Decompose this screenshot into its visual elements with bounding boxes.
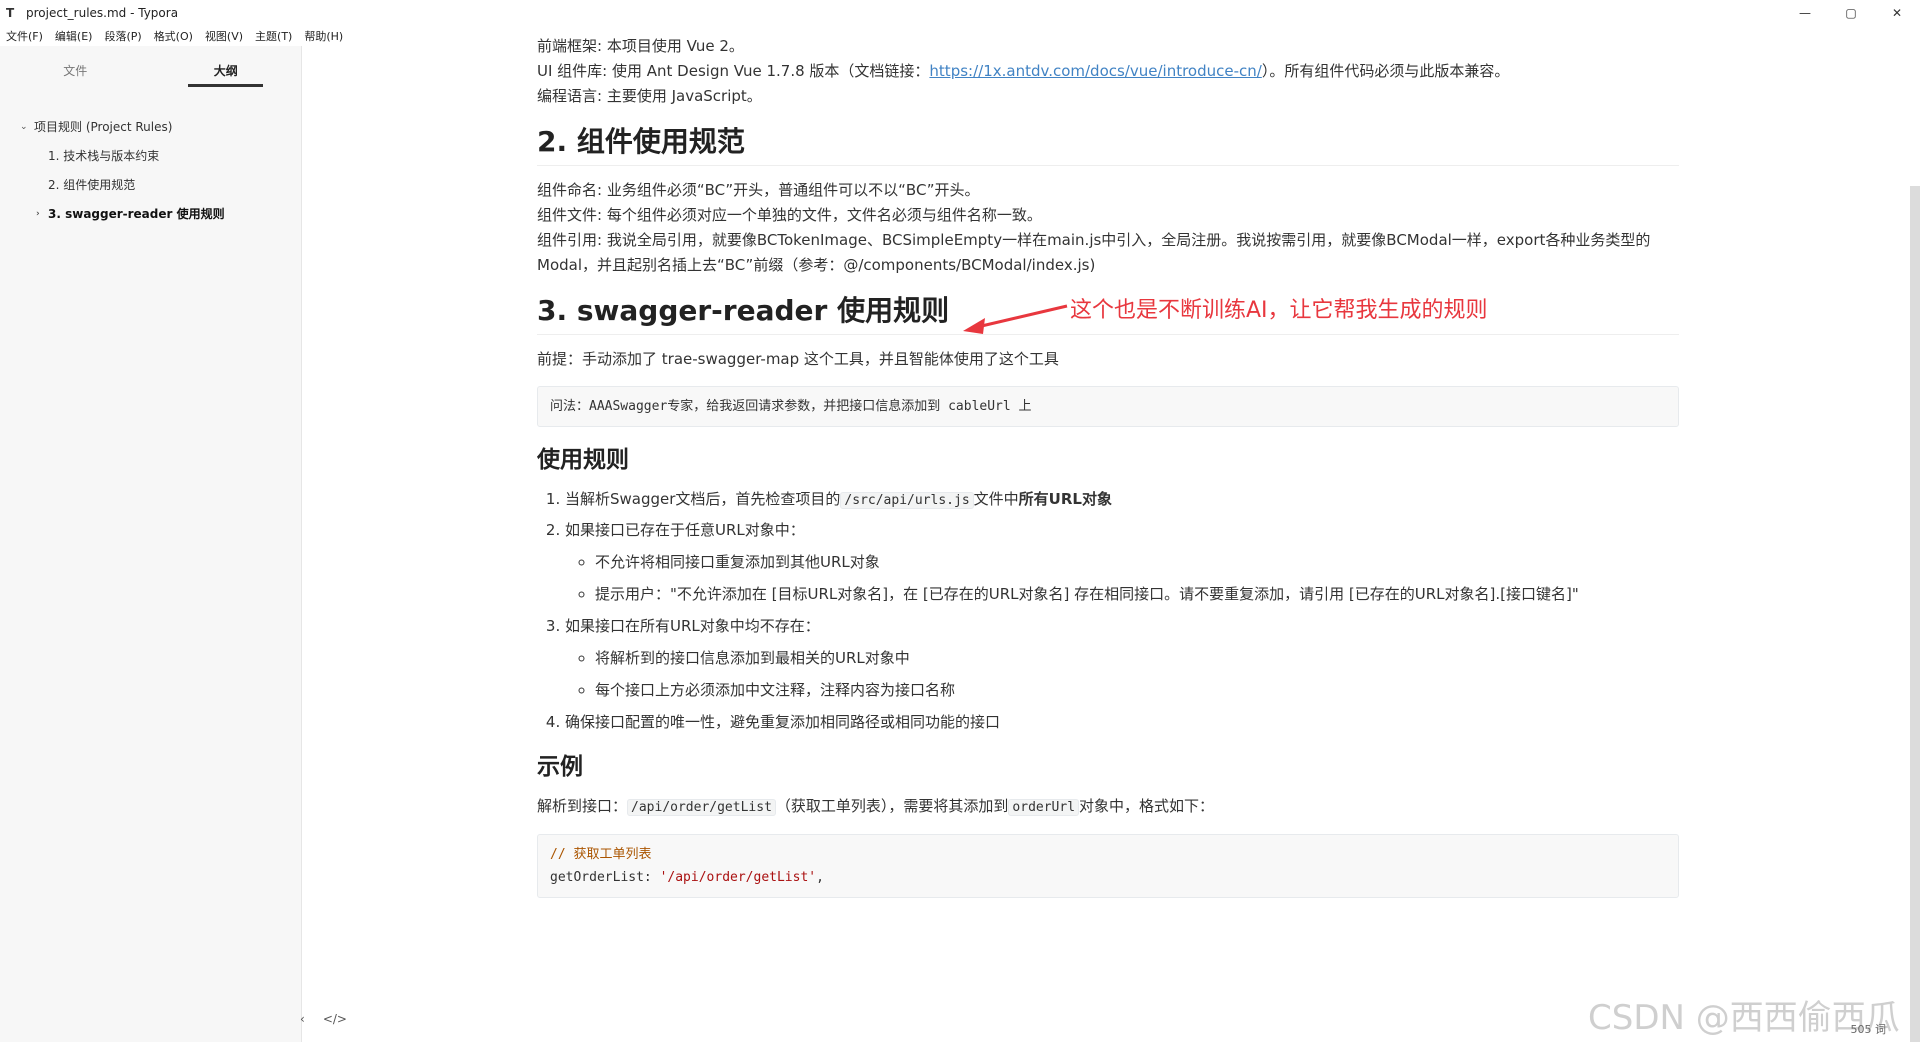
chevron-right-icon[interactable]: ›	[36, 209, 40, 219]
outline-item-label: 2. 组件使用规范	[48, 178, 136, 192]
inline-code: /api/order/getList	[627, 799, 776, 816]
menu-edit[interactable]: 编辑(E)	[49, 28, 99, 44]
menu-paragraph[interactable]: 段落(P)	[98, 28, 147, 44]
text: 如果接口在所有URL对象中均不存在：	[565, 617, 820, 635]
text: UI 组件库: 使用 Ant Design Vue 1.7.8 版本（文档链接：	[537, 62, 930, 80]
paragraph-ui-lib: UI 组件库: 使用 Ant Design Vue 1.7.8 版本（文档链接：…	[537, 59, 1679, 84]
text: 对象中，格式如下：	[1079, 797, 1215, 815]
outline-item-label: 项目规则 (Project Rules)	[34, 120, 173, 134]
text: 当解析Swagger文档后，首先检查项目的	[565, 490, 841, 508]
code-line: getOrderList: '/api/order/getList',	[550, 866, 1666, 889]
sub-list: 将解析到的接口信息添加到最相关的URL对象中 每个接口上方必须添加中文注释，注释…	[565, 646, 1679, 702]
outline-item-tech-stack[interactable]: 1. 技术栈与版本约束	[0, 141, 301, 170]
menu-theme[interactable]: 主题(T)	[249, 28, 298, 44]
code-string: '/api/order/getList'	[659, 870, 817, 885]
text: 解析到接口：	[537, 797, 628, 815]
list-item: 每个接口上方必须添加中文注释，注释内容为接口名称	[595, 678, 1679, 702]
paragraph-premise: 前提：手动添加了 trae-swagger-map 这个工具，并且智能体使用了这…	[537, 350, 1059, 368]
tab-files[interactable]: 文件	[0, 62, 151, 87]
menu-file[interactable]: 文件(F)	[0, 28, 49, 44]
bold-text: 所有URL对象	[1018, 490, 1112, 508]
window-title: project_rules.md - Typora	[26, 6, 179, 20]
code-punct: ,	[816, 870, 824, 885]
text: ）。所有组件代码必须与此版本兼容。	[1261, 62, 1510, 80]
annotation-arrow-icon	[963, 304, 1068, 334]
code-block-example[interactable]: // 获取工单列表 getOrderList: '/api/order/getL…	[537, 834, 1679, 898]
inline-code: /src/api/urls.js	[840, 492, 974, 509]
text: 文件中	[973, 490, 1019, 508]
typora-icon: T	[6, 6, 15, 20]
code-comment: // 获取工单列表	[550, 847, 652, 862]
list-item: 当解析Swagger文档后，首先检查项目的/src/api/urls.js文件中…	[565, 487, 1679, 513]
minimize-button[interactable]: —	[1782, 0, 1828, 26]
paragraph-framework: 前端框架: 本项目使用 Vue 2。	[537, 37, 744, 55]
outline-item-project-rules[interactable]: ⌄ 项目规则 (Project Rules)	[0, 112, 301, 141]
sidebar-tabs: 文件 大纲	[0, 46, 301, 92]
menu-format[interactable]: 格式(O)	[148, 28, 199, 44]
heading-components: 2. 组件使用规范	[537, 125, 1679, 166]
text: （获取工单列表），需要将其添加到	[775, 797, 1009, 815]
paragraph-component-naming: 组件命名: 业务组件必须“BC”开头，普通组件可以不以“BC”开头。	[537, 181, 980, 199]
tab-outline[interactable]: 大纲	[151, 62, 302, 87]
list-item: 确保接口配置的唯一性，避免重复添加相同路径或相同功能的接口	[565, 710, 1679, 734]
chevron-down-icon[interactable]: ⌄	[20, 122, 28, 132]
list-item: 将解析到的接口信息添加到最相关的URL对象中	[595, 646, 1679, 670]
heading-usage-rules: 使用规则	[537, 447, 629, 473]
sidebar: 文件 大纲 ⌄ 项目规则 (Project Rules) 1. 技术栈与版本约束…	[0, 46, 302, 1042]
paragraph-component-file: 组件文件: 每个组件必须对应一个单独的文件，文件名必须与组件名称一致。	[537, 206, 1042, 224]
annotation-text: 这个也是不断训练AI，让它帮我生成的规则	[1070, 298, 1488, 323]
sub-list: 不允许将相同接口重复添加到其他URL对象 提示用户："不允许添加在 [目标URL…	[565, 550, 1679, 606]
inline-code: orderUrl	[1008, 799, 1080, 816]
list-item: 不允许将相同接口重复添加到其他URL对象	[595, 550, 1679, 574]
outline-item-label: 1. 技术栈与版本约束	[48, 149, 160, 163]
outline-item-swagger-reader[interactable]: › 3. swagger-reader 使用规则	[0, 199, 301, 228]
heading-example: 示例	[537, 754, 583, 780]
code-key: getOrderList:	[550, 870, 660, 885]
code-block-ask[interactable]: 问法：AAASwagger专家，给我返回请求参数，并把接口信息添加到 cable…	[537, 386, 1679, 427]
window-controls: — ▢ ✕	[1782, 0, 1920, 26]
paragraph-component-import: 组件引用: 我说全局引用，就要像BCTokenImage、BCSimpleEmp…	[537, 231, 1651, 274]
text: 如果接口已存在于任意URL对象中：	[565, 521, 805, 539]
paragraph-language: 编程语言: 主要使用 JavaScript。	[537, 87, 762, 105]
antdv-doc-link[interactable]: https://1x.antdv.com/docs/vue/introduce-…	[929, 62, 1261, 80]
title-bar: T project_rules.md - Typora — ▢ ✕	[0, 0, 1920, 26]
outline-tree: ⌄ 项目规则 (Project Rules) 1. 技术栈与版本约束 2. 组件…	[0, 92, 301, 228]
menu-bar: 文件(F) 编辑(E) 段落(P) 格式(O) 视图(V) 主题(T) 帮助(H…	[0, 26, 349, 46]
list-item: 提示用户："不允许添加在 [目标URL对象名]，在 [已存在的URL对象名] 存…	[595, 582, 1679, 606]
rules-list: 当解析Swagger文档后，首先检查项目的/src/api/urls.js文件中…	[537, 487, 1679, 734]
menu-view[interactable]: 视图(V)	[199, 28, 249, 44]
paragraph-example: 解析到接口：/api/order/getList （获取工单列表），需要将其添加到…	[537, 794, 1679, 820]
outline-item-components[interactable]: 2. 组件使用规范	[0, 170, 301, 199]
document-content[interactable]: 前端框架: 本项目使用 Vue 2。 UI 组件库: 使用 Ant Design…	[537, 34, 1679, 912]
list-item: 如果接口已存在于任意URL对象中： 不允许将相同接口重复添加到其他URL对象 提…	[565, 518, 1679, 606]
close-button[interactable]: ✕	[1874, 0, 1920, 26]
list-item: 如果接口在所有URL对象中均不存在： 将解析到的接口信息添加到最相关的URL对象…	[565, 614, 1679, 702]
restore-button[interactable]: ▢	[1828, 0, 1874, 26]
word-count[interactable]: 505 词	[1851, 1021, 1887, 1037]
editor-area[interactable]: 前端框架: 本项目使用 Vue 2。 UI 组件库: 使用 Ant Design…	[303, 26, 1920, 1042]
scrollbar[interactable]	[1910, 186, 1920, 1042]
outline-item-label: 3. swagger-reader 使用规则	[48, 207, 225, 221]
